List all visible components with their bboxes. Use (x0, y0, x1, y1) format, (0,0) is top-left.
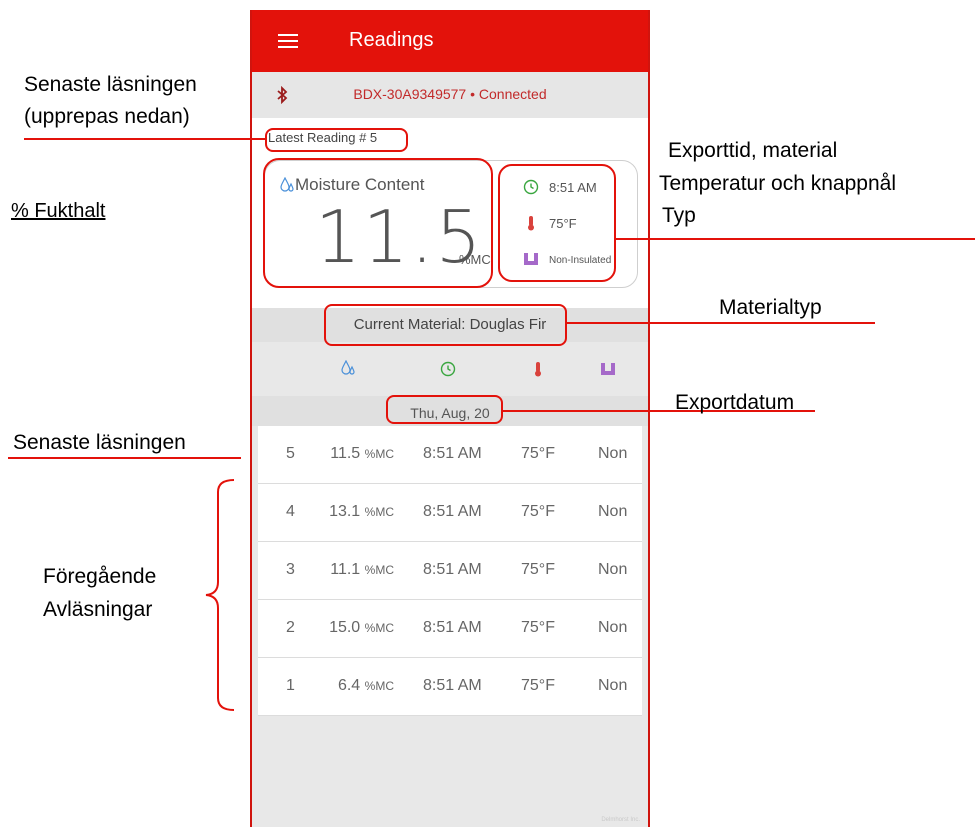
anno-fukthalt: % Fukthalt (11, 200, 106, 222)
anno-exportdatum: Exportdatum (675, 391, 795, 414)
reading-time: 8:51 AM (423, 503, 482, 520)
app-bar: Readings (252, 10, 648, 72)
moisture-drop-icon (341, 360, 355, 375)
anno-latest-line1: Senaste läsningen (24, 73, 197, 96)
readings-list: 5 11.5 %MC 8:51 AM 75°F Non 4 13.1 %MC 8… (252, 426, 648, 716)
reading-value: 11.5 %MC (330, 445, 394, 462)
reading-number: 5 (286, 445, 295, 462)
line-material (567, 322, 875, 324)
reading-number: 1 (286, 677, 295, 694)
line-export (616, 238, 975, 240)
reading-temp: 75°F (521, 445, 555, 462)
reading-time: 8:51 AM (423, 619, 482, 636)
thermometer-icon (535, 362, 541, 377)
reading-temp: 75°F (521, 619, 555, 636)
table-row[interactable]: 5 11.5 %MC 8:51 AM 75°F Non (258, 426, 642, 484)
reading-value: 6.4 %MC (337, 677, 394, 694)
table-row[interactable]: 1 6.4 %MC 8:51 AM 75°F Non (258, 658, 642, 716)
highlight-material (324, 304, 567, 346)
clock-icon (440, 361, 456, 377)
reading-temp: 75°F (521, 561, 555, 578)
reading-type: Non (598, 619, 628, 636)
highlight-date (386, 395, 503, 424)
anno-export-line3: Typ (662, 204, 696, 227)
anno-materialtyp: Materialtyp (719, 296, 822, 319)
reading-value: 13.1 %MC (329, 503, 394, 520)
app-title: Readings (349, 29, 434, 51)
connection-status: BDX-30A9349577 • Connected (353, 86, 547, 102)
reading-value: 15.0 %MC (329, 619, 394, 636)
reading-type: Non (598, 503, 628, 520)
reading-time: 8:51 AM (423, 677, 482, 694)
table-row[interactable]: 4 13.1 %MC 8:51 AM 75°F Non (258, 484, 642, 542)
reading-time: 8:51 AM (423, 445, 482, 462)
line-latest (24, 138, 266, 140)
anno-foregaende-line2: Avläsningar (43, 598, 153, 621)
reading-type: Non (598, 561, 628, 578)
reading-time: 8:51 AM (423, 561, 482, 578)
anno-export-line2: Temperatur och knappnål (659, 172, 896, 195)
reading-temp: 75°F (521, 503, 555, 520)
bracket-previous (205, 479, 235, 711)
column-header-icons (252, 342, 648, 396)
reading-value: 11.1 %MC (330, 561, 394, 578)
line-senaste (8, 457, 241, 459)
reading-number: 2 (286, 619, 295, 636)
reading-temp: 75°F (521, 677, 555, 694)
reading-type: Non (598, 445, 628, 462)
menu-icon[interactable] (278, 34, 298, 48)
highlight-info (498, 164, 616, 282)
anno-senaste: Senaste läsningen (13, 431, 186, 454)
connection-bar[interactable]: BDX-30A9349577 • Connected (252, 72, 648, 118)
anno-foregaende-line1: Föregående (43, 565, 157, 588)
reading-number: 4 (286, 503, 295, 520)
table-row[interactable]: 3 11.1 %MC 8:51 AM 75°F Non (258, 542, 642, 600)
anno-export-line1: Exporttid, material (668, 139, 838, 162)
footer-note: Delmhorst Inc. (601, 817, 640, 823)
highlight-moisture (263, 158, 493, 288)
table-row[interactable]: 2 15.0 %MC 8:51 AM 75°F Non (258, 600, 642, 658)
reading-type: Non (598, 677, 628, 694)
anno-latest-line2: (upprepas nedan) (24, 105, 190, 128)
highlight-latest-label (265, 128, 408, 152)
pin-icon (601, 363, 615, 375)
reading-number: 3 (286, 561, 295, 578)
